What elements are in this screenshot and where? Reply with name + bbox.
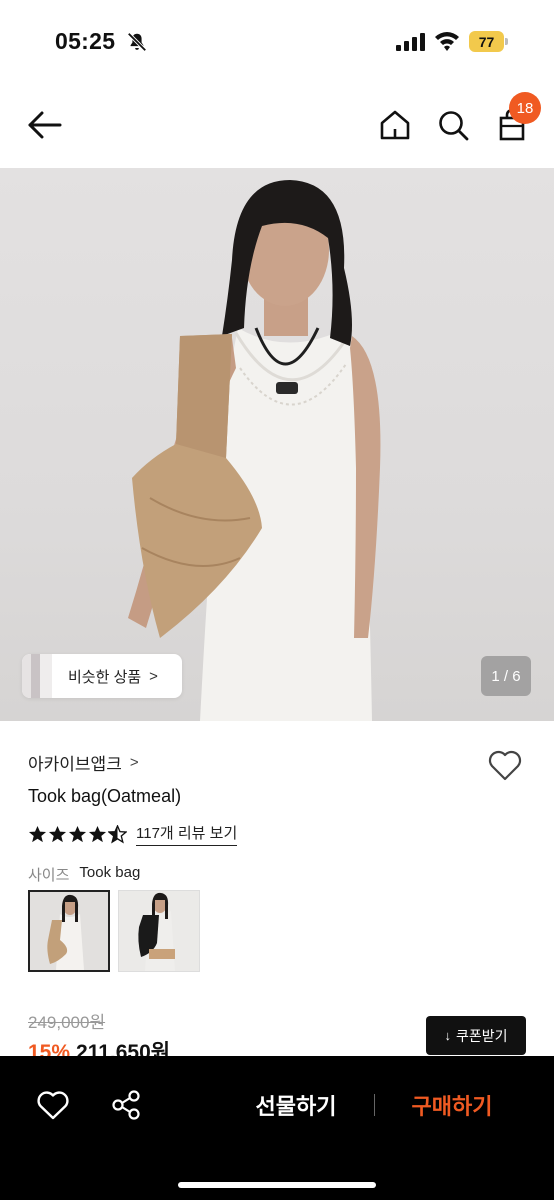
star-icon (48, 825, 67, 842)
chevron-right-icon: > (149, 667, 158, 685)
download-icon: ↓ (444, 1028, 451, 1043)
product-title: Took bag(Oatmeal) (28, 786, 182, 806)
chevron-right-icon: > (129, 754, 139, 771)
original-price: 249,000원 (28, 1013, 106, 1032)
bottom-action-bar: 선물하기 구매하기 (0, 1056, 554, 1200)
option-label: 사이즈 (28, 867, 70, 884)
rating-stars (28, 824, 128, 844)
model-photo (128, 180, 381, 721)
star-icon (68, 825, 87, 842)
similar-products-button[interactable]: 비슷한 상품 > (22, 654, 182, 698)
heart-icon[interactable] (36, 1089, 70, 1121)
brand-link[interactable]: 아카이브앱크 > (28, 750, 139, 775)
back-arrow-icon[interactable] (26, 108, 64, 142)
black-swatch[interactable] (118, 890, 200, 972)
product-image[interactable]: 비슷한 상품 > 1 / 6 (0, 168, 554, 721)
star-icon (28, 825, 47, 842)
rating-row: 117개 리뷰 보기 (28, 822, 238, 846)
coupon-button[interactable]: ↓ 쿠폰받기 (426, 1016, 526, 1055)
home-indicator (178, 1182, 376, 1188)
gift-button[interactable]: 선물하기 (226, 1086, 366, 1124)
battery-cap (505, 38, 508, 45)
image-page-counter: 1 / 6 (481, 656, 531, 696)
brand-name: 아카이브앱크 (28, 755, 122, 774)
battery-icon: 77 (469, 31, 509, 52)
similar-products-label: 비슷한 상품 (68, 668, 142, 686)
home-icon[interactable] (378, 108, 412, 142)
oatmeal-swatch[interactable] (28, 890, 110, 972)
star-icon (88, 825, 107, 842)
bell-off-icon (127, 32, 147, 52)
battery-level: 77 (469, 31, 504, 52)
coupon-label: 쿠폰받기 (455, 1027, 508, 1044)
option-row: 사이즈 Took bag (28, 864, 140, 885)
cart-count-badge: 18 (509, 92, 541, 124)
black-swatch-image (138, 892, 175, 971)
status-time: 05:25 (55, 28, 116, 54)
heart-icon[interactable] (487, 748, 523, 782)
option-value: Took bag (79, 864, 141, 881)
oatmeal-swatch-image (47, 894, 84, 970)
signal-icon (396, 33, 425, 51)
similar-products-thumbnail (22, 654, 52, 698)
review-link[interactable]: 117개 리뷰 보기 (136, 822, 238, 846)
status-bar: 05:25 77 (0, 0, 554, 84)
buy-button[interactable]: 구매하기 (386, 1086, 518, 1124)
search-icon[interactable] (436, 108, 470, 142)
nav-bar (0, 84, 554, 168)
wifi-icon (435, 32, 459, 51)
button-divider (374, 1094, 375, 1116)
share-icon[interactable] (110, 1089, 142, 1121)
half-star-icon (108, 824, 127, 844)
